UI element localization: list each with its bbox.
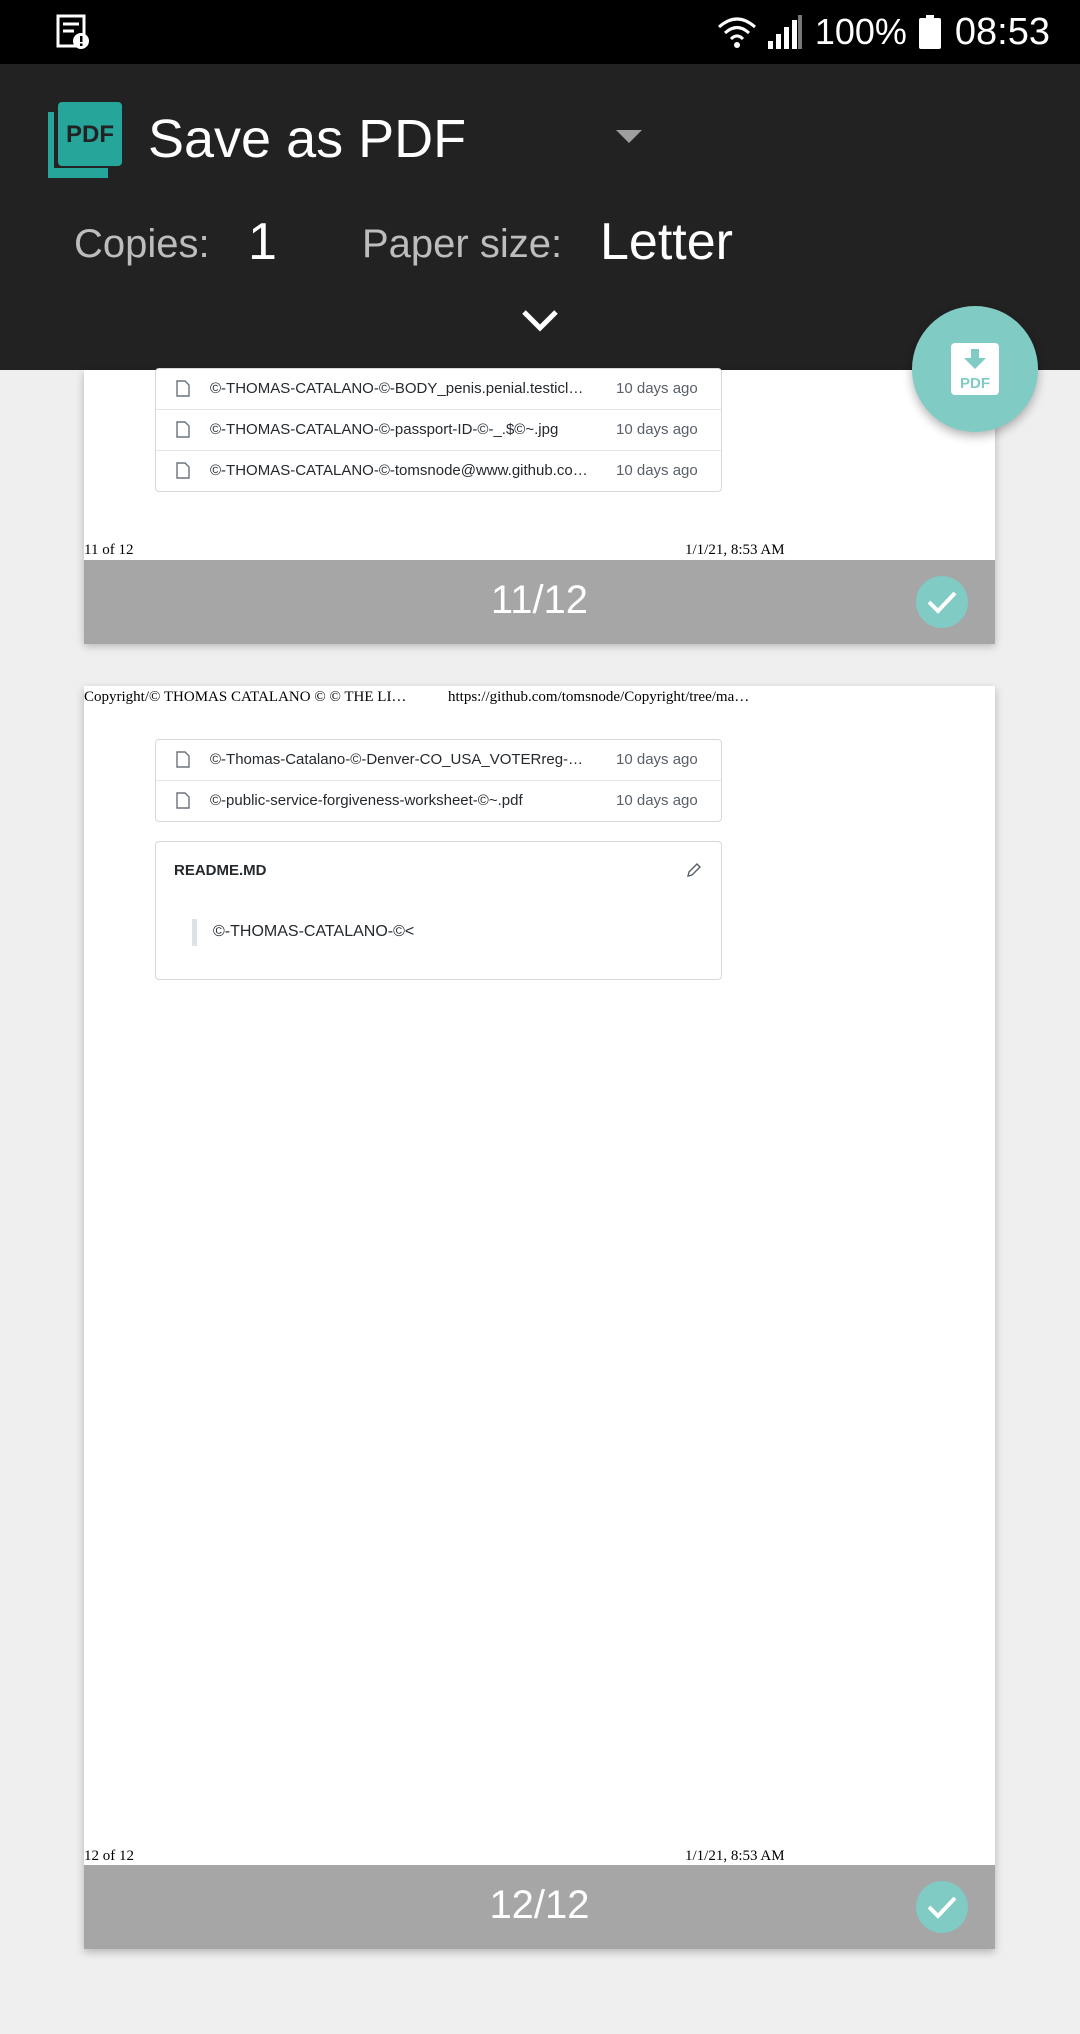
file-time: 10 days ago: [616, 751, 698, 768]
file-icon: [176, 421, 190, 438]
paper-size-label: Paper size:: [362, 222, 563, 266]
print-options-header: PDF Save as PDF Copies: 1 Paper size: Le…: [0, 64, 1080, 370]
battery-icon: [918, 15, 941, 49]
file-name: ©-Thomas-Catalano-©-Denver-CO_USA_VOTERr…: [210, 751, 590, 768]
file-name: ©-THOMAS-CATALANO-©-BODY_penis.penial.te…: [210, 380, 590, 397]
readme-title: README.MD: [174, 862, 267, 879]
page-bar[interactable]: 12/12: [84, 1865, 995, 1949]
clock: 08:53: [954, 10, 1050, 53]
download-pdf-button[interactable]: PDF: [912, 306, 1038, 432]
notification-icon: [56, 14, 89, 49]
file-name: ©-THOMAS-CATALANO-©-tomsnode@www.github.…: [210, 462, 588, 479]
page-preview-12[interactable]: Copyright/© THOMAS CATALANO © © THE LI… …: [84, 686, 995, 1949]
file-row: ©-Thomas-Catalano-©-Denver-CO_USA_VOTERr…: [156, 740, 721, 780]
copies-label: Copies:: [74, 222, 210, 266]
file-icon: [176, 462, 190, 479]
page-header-right: https://github.com/tomsnode/Copyright/tr…: [448, 689, 750, 705]
page-header-left: Copyright/© THOMAS CATALANO © © THE LI…: [84, 689, 407, 705]
page-footer-left: 12 of 12: [84, 1848, 134, 1864]
pdf-printer-icon[interactable]: PDF: [48, 102, 122, 178]
page-number: 12/12: [489, 1883, 590, 1927]
page-selected-checkbox[interactable]: [916, 576, 968, 628]
pencil-icon: [687, 863, 701, 877]
file-name: ©-public-service-forgiveness-worksheet-©…: [210, 792, 523, 809]
file-row: ©-public-service-forgiveness-worksheet-©…: [156, 780, 721, 821]
page-footer-left: 11 of 12: [84, 542, 134, 558]
page-bar[interactable]: 11/12: [84, 560, 995, 644]
signal-icon: [767, 15, 802, 49]
printer-selector[interactable]: Save as PDF: [148, 108, 466, 170]
file-list: ©-Thomas-Catalano-©-Denver-CO_USA_VOTERr…: [155, 739, 722, 822]
file-row: ©-THOMAS-CATALANO-©-passport-ID-©-_.$©~.…: [156, 409, 721, 450]
file-time: 10 days ago: [616, 380, 698, 397]
check-icon: [927, 591, 957, 614]
readme-quote: ©-THOMAS-CATALANO-©<: [213, 923, 415, 940]
file-icon: [176, 792, 190, 809]
file-time: 10 days ago: [616, 462, 698, 479]
check-icon: [927, 1896, 957, 1919]
paper-size-selector[interactable]: Letter: [600, 212, 733, 272]
page-footer-right: 1/1/21, 8:53 AM: [685, 542, 785, 558]
svg-text:PDF: PDF: [66, 121, 114, 148]
dropdown-arrow-icon[interactable]: [616, 130, 642, 143]
file-row: ©-THOMAS-CATALANO-©-tomsnode@www.github.…: [156, 450, 721, 491]
file-name: ©-THOMAS-CATALANO-©-passport-ID-©-_.$©~.…: [210, 421, 559, 438]
copies-input[interactable]: 1: [248, 212, 277, 272]
file-row: ©-THOMAS-CATALANO-©-BODY_penis.penial.te…: [156, 369, 721, 409]
page-selected-checkbox[interactable]: [916, 1881, 968, 1933]
file-list: ©-THOMAS-CATALANO-©-BODY_penis.penial.te…: [155, 368, 722, 492]
wifi-icon: [717, 17, 756, 48]
page-footer-right: 1/1/21, 8:53 AM: [685, 1848, 785, 1864]
page-preview-11[interactable]: ©-THOMAS-CATALANO-©-BODY_penis.penial.te…: [84, 368, 995, 644]
svg-text:PDF: PDF: [960, 375, 990, 392]
file-icon: [176, 751, 190, 768]
page-number: 11/12: [490, 578, 589, 622]
file-icon: [176, 380, 190, 397]
chevron-down-icon[interactable]: [520, 308, 560, 334]
battery-percent: 100%: [814, 11, 907, 52]
status-bar: 100% 08:53: [0, 0, 1080, 64]
pdf-download-icon: PDF: [951, 343, 999, 395]
file-time: 10 days ago: [616, 421, 698, 438]
blockquote-bar: [192, 919, 197, 946]
readme-box: README.MD ©-THOMAS-CATALANO-©<: [155, 841, 722, 980]
file-time: 10 days ago: [616, 792, 698, 809]
